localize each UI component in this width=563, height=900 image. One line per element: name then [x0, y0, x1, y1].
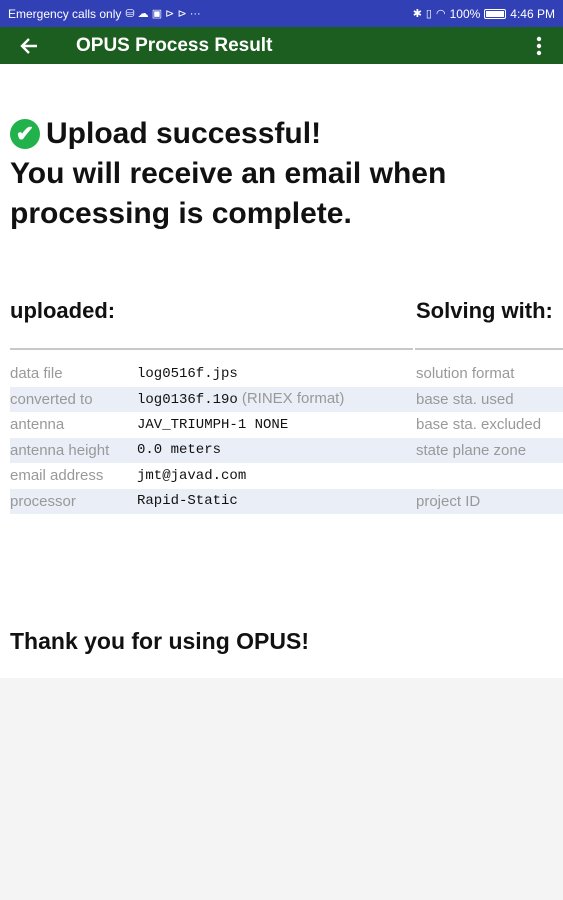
table-row: email address jmt@javad.com [10, 463, 563, 489]
bluetooth-icon: ✱ [412, 8, 422, 20]
row-right-label: project ID [416, 492, 481, 510]
row-value: log0136f.19o (RINEX format) [137, 390, 345, 409]
divider [415, 348, 563, 350]
status-message: ✔ Upload successful! You will receive an … [10, 114, 555, 234]
battery-icon [484, 8, 507, 19]
check-circle-icon: ✔ [10, 119, 40, 149]
table-row: antenna height 0.0 meters state plane zo… [10, 437, 563, 463]
row-label: antenna [10, 416, 65, 434]
table-row: data file log0516f.jps solution format [10, 361, 563, 387]
clock: 4:46 PM [510, 6, 555, 21]
row-value: jmt@javad.com [137, 467, 247, 484]
row-label: email address [10, 467, 104, 485]
uploaded-section-title: uploaded: [10, 298, 116, 323]
row-label: processor [10, 492, 76, 510]
vibrate-icon: ▯ [425, 8, 432, 20]
info-table: data file log0516f.jps solution format c… [10, 361, 563, 514]
back-arrow-icon[interactable] [0, 27, 58, 64]
notification-icons: ⛁ ☁ ▣ ⊳ ⊳ ··· [125, 8, 201, 20]
battery-percent: 100% [449, 6, 481, 21]
table-row: antenna JAV_TRIUMPH-1 NONE base sta. exc… [10, 412, 563, 438]
wifi-icon: ◠ [435, 8, 446, 20]
row-value: Rapid-Static [137, 493, 238, 510]
upload-status-text: Upload successful! [46, 117, 322, 150]
carrier-text: Emergency calls only [8, 6, 122, 21]
row-right-label: state plane zone [416, 441, 527, 459]
row-right-label: solution format [416, 365, 515, 383]
thank-you-message: Thank you for using OPUS! [10, 628, 310, 654]
divider [10, 348, 413, 350]
row-value: 0.0 meters [137, 442, 222, 459]
row-right-label: base sta. excluded [416, 416, 542, 434]
table-row: converted to log0136f.19o (RINEX format) … [10, 386, 563, 412]
table-row: processor Rapid-Static project ID [10, 488, 563, 514]
email-notice-text: You will receive an email when processin… [10, 157, 447, 230]
result-panel: ✔ Upload successful! You will receive an … [0, 64, 563, 678]
app-title: OPUS Process Result [76, 34, 273, 56]
status-bar: Emergency calls only ⛁ ☁ ▣ ⊳ ⊳ ··· ✱ ▯ ◠… [0, 0, 563, 27]
solving-section-title: Solving with: [416, 298, 553, 323]
row-label: converted to [10, 390, 93, 408]
app-bar: OPUS Process Result [0, 27, 563, 64]
overflow-menu-icon[interactable] [515, 27, 563, 64]
row-right-label: base sta. used [416, 390, 514, 408]
row-note: (RINEX format) [241, 390, 345, 408]
row-value: log0516f.jps [137, 365, 238, 382]
row-value: JAV_TRIUMPH-1 NONE [137, 416, 289, 433]
row-label: data file [10, 365, 63, 383]
row-label: antenna height [10, 441, 110, 459]
